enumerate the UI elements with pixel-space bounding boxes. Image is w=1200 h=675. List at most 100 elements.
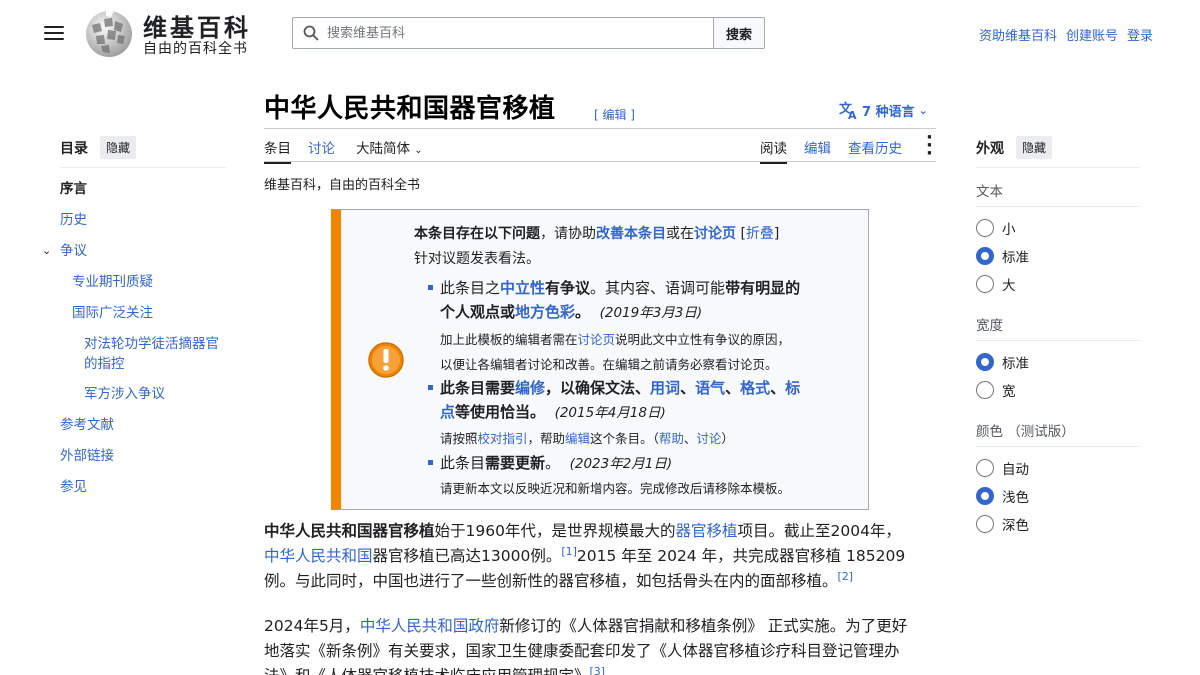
toc-item-falungong-cont[interactable]: 的指控 [84,354,125,374]
citation-link[interactable]: [1] [561,545,577,558]
collapse-link[interactable]: 折叠 [746,226,774,242]
article-tagline: 维基百科，自由的百科全书 [264,178,421,193]
text: 始于1960年代，是世界规模最大的 [434,522,676,540]
discuss-link[interactable]: 讨论 [696,431,721,446]
copyedit-link[interactable]: 编修 [515,379,545,397]
paragraph-line: 例。与此同时，中国也进行了一些创新性的器官移植，如包括骨头在内的面部移植。[2] [264,569,853,594]
search-button[interactable]: 搜索 [713,17,765,49]
search-input[interactable] [327,18,707,48]
toc-item-references[interactable]: 参考文献 [60,415,114,435]
wikipedia-globe-icon[interactable] [84,9,134,59]
toc-header: 目录 隐藏 [60,136,226,168]
proofread-guide-link[interactable]: 校对指引 [478,431,528,446]
color-dark[interactable]: 深色 [976,514,1029,534]
text: 2024年5月， [264,617,360,635]
paragraph-regulation: 2024年5月，中华人民共和国政府新修订的《人体器官捐献和移植条例》 正式实施。… [264,614,936,675]
punctuation-link[interactable]: 点 [440,403,455,421]
organ-transplant-link[interactable]: 器官移植 [675,522,737,540]
issue-copyedit-cont: 点等使用恰当。 (2015年4月18日) [440,400,666,426]
option-label: 宽 [1002,384,1016,400]
chevron-down-icon[interactable]: ⌄ [42,241,51,261]
issue-update: 此条目需要更新。 (2023年2月1日) [440,451,672,477]
login-link[interactable]: 登录 [1127,25,1153,44]
issue-neutrality-cont: 个人观点或地方色彩。 (2019年3月3日) [440,300,702,326]
citation-link[interactable]: [2] [838,570,854,583]
edit-link[interactable]: 编辑 [565,431,590,446]
toc-item-journal[interactable]: 专业期刊质疑 [72,272,153,292]
personal-tools: 资助维基百科 创建账号 登录 [979,25,1153,44]
tab-talk[interactable]: 讨论 [308,137,335,157]
toc-title: 目录 [60,140,88,157]
toc-item-international[interactable]: 国际广泛关注 [72,303,153,323]
talk-link[interactable]: 讨论页 [694,226,736,242]
issue-text: ，以确保文法、 [545,379,651,397]
width-standard[interactable]: 标准 [976,352,1029,372]
radio-icon[interactable] [976,459,994,477]
toc-item-see-also[interactable]: 参见 [60,477,87,497]
radio-icon[interactable] [976,381,994,399]
toc-item-external-links[interactable]: 外部链接 [60,446,114,466]
radio-icon[interactable] [976,219,994,237]
regional-link[interactable]: 地方色彩 [515,303,575,321]
toc-hide-button[interactable]: 隐藏 [100,136,137,159]
option-label: 大 [1002,278,1016,294]
issue-note: 请更新本文以反映近况和新增内容。完成修改后请移除本模板。 [440,481,791,496]
color-light[interactable]: 浅色 [976,486,1029,506]
radio-selected-icon[interactable] [976,487,994,505]
help-link[interactable]: 帮助 [659,431,684,446]
variant-dropdown[interactable]: 大陆简体 ⌄ [356,137,423,157]
toc-item-history[interactable]: 历史 [60,210,87,230]
tab-history[interactable]: 查看历史 [848,137,902,157]
more-actions-icon[interactable]: · · · [926,129,933,163]
improve-link[interactable]: 改善本条目 [596,226,666,242]
text-size-small[interactable]: 小 [976,218,1016,238]
tab-read[interactable]: 阅读 [760,137,787,164]
wording-link[interactable]: 用词 [650,379,680,397]
toc-item-intro[interactable]: 序言 [60,179,87,199]
issue-neutrality: 此条目之中立性有争议。其内容、语调可能带有明显的 [440,276,800,301]
issue-text: 此条目之 [440,279,501,297]
radio-icon[interactable] [976,515,994,533]
text: 2015 年至 2024 年，共完成器官移植 185209 [576,547,906,565]
bullet-icon [428,385,433,390]
issue-text: 、 [770,379,786,397]
format-link[interactable]: 格式 [740,379,770,397]
create-account-link[interactable]: 创建账号 [1066,25,1118,44]
prc-government-link[interactable]: 中华人民共和国政府 [360,617,500,635]
width-wide[interactable]: 宽 [976,380,1016,400]
neutrality-link[interactable]: 中立性 [500,279,545,297]
notice-text: 针对议题发表看法。 [414,251,540,267]
prc-link[interactable]: 中华人民共和国 [264,547,373,565]
toc-item-falungong[interactable]: 对法轮功学徒活摘器官 [84,334,219,354]
title-edit-label[interactable]: [ 编辑 ] [594,108,635,122]
text-size-large[interactable]: 大 [976,274,1016,294]
lead-term: 中华人民共和国器官移植 [264,522,435,540]
note-text: ） [721,431,734,446]
citation-link[interactable]: [3] [590,665,606,675]
issue-date: (2015年4月18日) [554,405,666,421]
donate-link[interactable]: 资助维基百科 [979,25,1057,44]
appearance-hide-button[interactable]: 隐藏 [1016,136,1053,159]
radio-selected-icon[interactable] [976,247,994,265]
toc-item-controversy[interactable]: 争议 [60,241,87,261]
tone-link[interactable]: 语气 [695,379,725,397]
chevron-down-icon: ⌄ [414,145,423,156]
option-label: 自动 [1002,462,1029,478]
talk-page-link[interactable]: 讨论页 [578,332,616,347]
language-button[interactable]: 文A 7 种语言 ⌄ [838,100,928,120]
text-size-standard[interactable]: 标准 [976,246,1029,266]
page-title: 中华人民共和国器官移植 [264,94,556,124]
punctuation-link[interactable]: 标 [785,379,800,397]
main-menu-icon[interactable] [44,26,64,40]
site-tagline: 自由的百科全书 [143,41,248,57]
warning-icon [368,342,404,378]
note-text: ，帮助 [527,431,566,446]
radio-selected-icon[interactable] [976,353,994,371]
radio-icon[interactable] [976,275,994,293]
title-edit-link[interactable]: [ 编辑 ] [594,106,635,123]
tab-article[interactable]: 条目 [264,137,291,164]
toc-item-military[interactable]: 军方涉入争议 [84,384,165,404]
tab-edit[interactable]: 编辑 [804,137,831,157]
issue-text: 、 [725,379,741,397]
color-auto[interactable]: 自动 [976,458,1029,478]
